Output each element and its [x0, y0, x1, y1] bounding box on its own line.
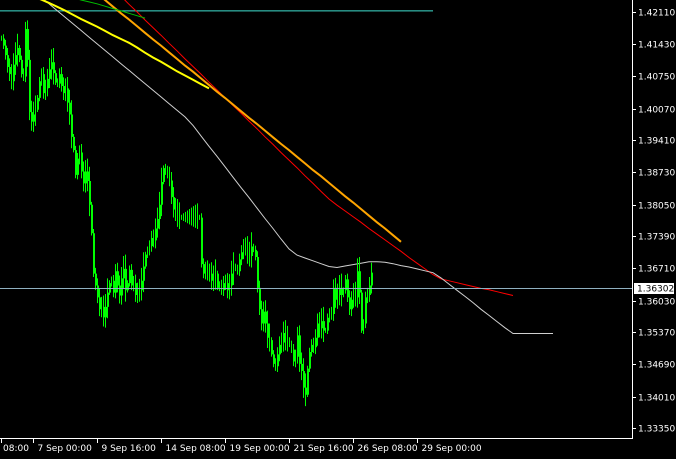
x-tick-label-7: 29 Sep 00:00 — [422, 444, 482, 454]
x-tick-label-5: 21 Sep 16:00 — [294, 444, 354, 454]
y-tick-label-1: 1.41430 — [638, 41, 675, 51]
y-tick-label-5: 1.38730 — [638, 169, 675, 179]
price-chart[interactable]: 1.42110 1.41430 1.40750 1.40070 1.39410 1.387… — [0, 0, 676, 459]
x-tick-label-1: 7 Sep 00:00 — [38, 444, 93, 454]
y-tick-label-13: 1.33350 — [638, 425, 675, 435]
y-tick-label-7: 1.37390 — [638, 233, 675, 243]
x-tick-label-6: 26 Sep 08:00 — [358, 444, 418, 454]
current-price-label: 1.36302 — [637, 285, 674, 295]
y-tick-label-11: 1.34690 — [638, 361, 675, 371]
y-tick-label-10: 1.35370 — [638, 329, 675, 339]
y-tick-label-2: 1.40750 — [638, 73, 675, 83]
y-tick-label-12: 1.34010 — [638, 394, 675, 404]
x-tick-label-4: 19 Sep 00:00 — [230, 444, 290, 454]
y-tick-label-6: 1.38050 — [638, 202, 675, 212]
x-tick-label-3: 14 Sep 08:00 — [166, 444, 226, 454]
x-tick-label-2: 9 Sep 16:00 — [102, 444, 157, 454]
x-tick-label-0: 08:00 — [3, 444, 29, 454]
y-tick-label-9: 1.36030 — [638, 298, 675, 308]
chart-background — [0, 0, 676, 459]
y-tick-label-8: 1.36710 — [638, 265, 675, 275]
y-tick-label-0: 1.42110 — [638, 9, 675, 19]
current-price-box: 1.36302 — [634, 283, 674, 295]
y-tick-label-4: 1.39410 — [638, 137, 675, 147]
y-tick-label-3: 1.40070 — [638, 106, 675, 116]
